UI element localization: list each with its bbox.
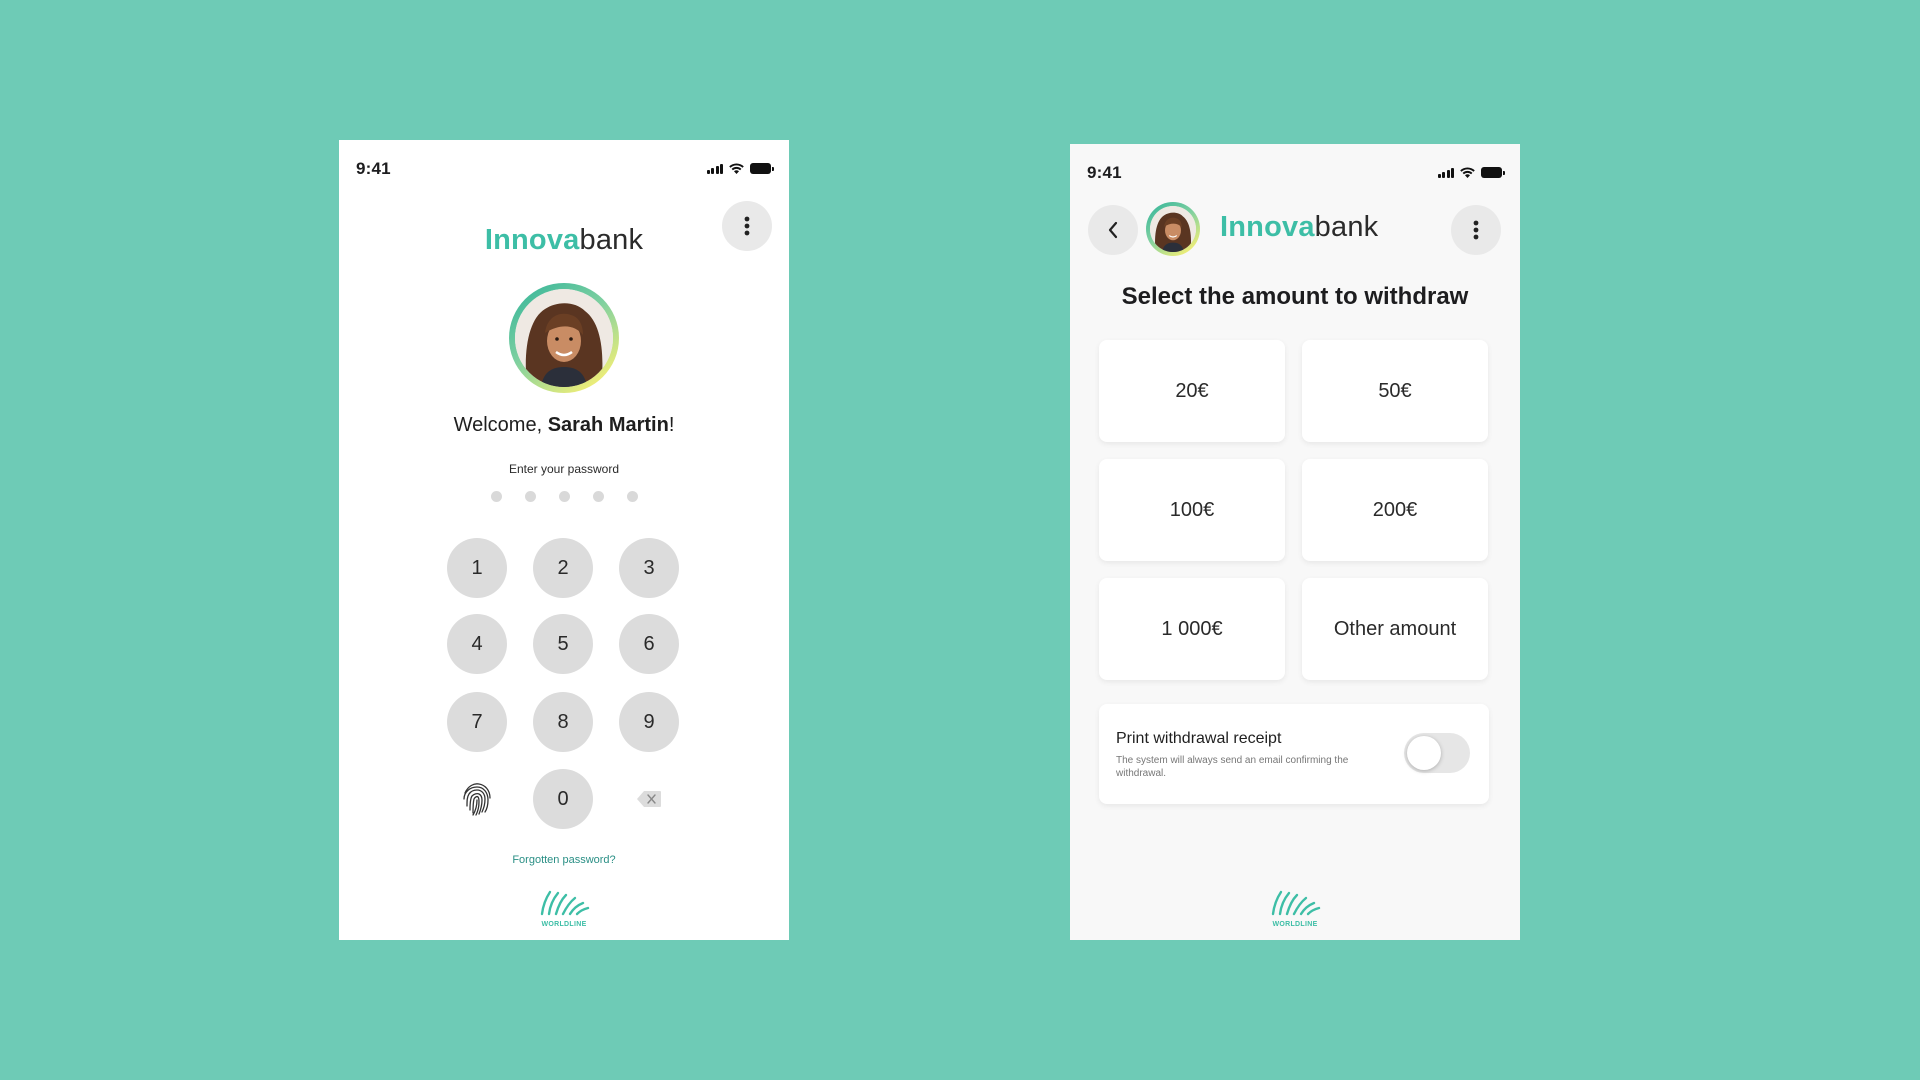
password-label: Enter your password	[508, 462, 620, 476]
key-8[interactable]: 8	[533, 692, 593, 752]
key-7[interactable]: 7	[447, 692, 507, 752]
key-9[interactable]: 9	[619, 692, 679, 752]
password-dot	[592, 491, 604, 502]
status-time: 9:41	[356, 159, 391, 178]
key-6[interactable]: 6	[619, 614, 679, 674]
welcome-message: Welcome, Sarah Martin!	[453, 414, 675, 436]
amount-option[interactable]: 50€	[1302, 340, 1488, 442]
password-dot	[558, 491, 570, 502]
amount-option[interactable]: 100€	[1099, 459, 1285, 561]
key-4[interactable]: 4	[447, 614, 507, 674]
key-5[interactable]: 5	[533, 614, 593, 674]
user-portrait-icon	[1150, 206, 1196, 252]
amount-option[interactable]: 200€	[1302, 459, 1488, 561]
battery-icon	[1481, 167, 1505, 178]
status-bar: 9:41	[339, 140, 789, 190]
login-screen: 9:41 Innovabank Welcome, Sarah Martin! E…	[339, 140, 789, 940]
fingerprint-button[interactable]	[447, 769, 507, 829]
fingerprint-icon	[463, 783, 491, 816]
receipt-title: Print withdrawal receipt	[1116, 730, 1282, 747]
password-dot	[524, 491, 536, 502]
backspace-icon	[637, 791, 661, 807]
password-dot	[626, 491, 638, 502]
toggle-knob	[1407, 736, 1441, 770]
wifi-icon	[1460, 167, 1475, 178]
signal-icon	[1437, 167, 1454, 178]
user-name: Sarah Martin	[547, 414, 669, 436]
signal-icon	[706, 163, 723, 174]
password-dot	[490, 491, 502, 502]
receipt-setting-card: Print withdrawal receipt The system will…	[1099, 704, 1489, 804]
other-amount-button[interactable]: Other amount	[1302, 578, 1488, 680]
worldline-logo-icon	[540, 890, 590, 916]
withdraw-screen: 9:41 Innovabank Select the amount to wit…	[1070, 144, 1520, 940]
wifi-icon	[729, 163, 744, 174]
worldline-logo-text: WORLDLINE	[1272, 921, 1318, 928]
status-time: 9:41	[1087, 163, 1122, 182]
battery-icon	[750, 163, 774, 174]
user-portrait-icon	[515, 289, 613, 387]
amount-option[interactable]: 20€	[1099, 340, 1285, 442]
menu-button[interactable]	[1451, 205, 1501, 255]
avatar-small	[1146, 202, 1200, 256]
worldline-logo-icon	[1271, 890, 1321, 916]
key-2[interactable]: 2	[533, 538, 593, 598]
print-receipt-toggle[interactable]	[1404, 733, 1470, 773]
key-0[interactable]: 0	[533, 769, 593, 829]
receipt-note: The system will always send an email con…	[1116, 755, 1349, 779]
key-1[interactable]: 1	[447, 538, 507, 598]
avatar	[509, 283, 619, 393]
key-3[interactable]: 3	[619, 538, 679, 598]
worldline-logo: WORLDLINE	[534, 888, 594, 928]
forgot-password-link[interactable]: Forgotten password?	[339, 854, 789, 866]
status-bar: 9:41	[1070, 144, 1520, 194]
brand-logo: Innovabank	[1220, 211, 1379, 243]
brand-logo: Innovabank	[484, 224, 644, 256]
amount-option[interactable]: 1 000€	[1099, 578, 1285, 680]
back-button[interactable]	[1088, 205, 1138, 255]
page-title: Select the amount to withdraw	[1121, 283, 1469, 310]
worldline-logo-text: WORLDLINE	[541, 921, 587, 928]
password-indicator	[339, 491, 789, 502]
more-vertical-icon	[1473, 220, 1479, 240]
backspace-button[interactable]	[619, 769, 679, 829]
worldline-logo: WORLDLINE	[1265, 888, 1325, 928]
chevron-left-icon	[1108, 221, 1118, 239]
